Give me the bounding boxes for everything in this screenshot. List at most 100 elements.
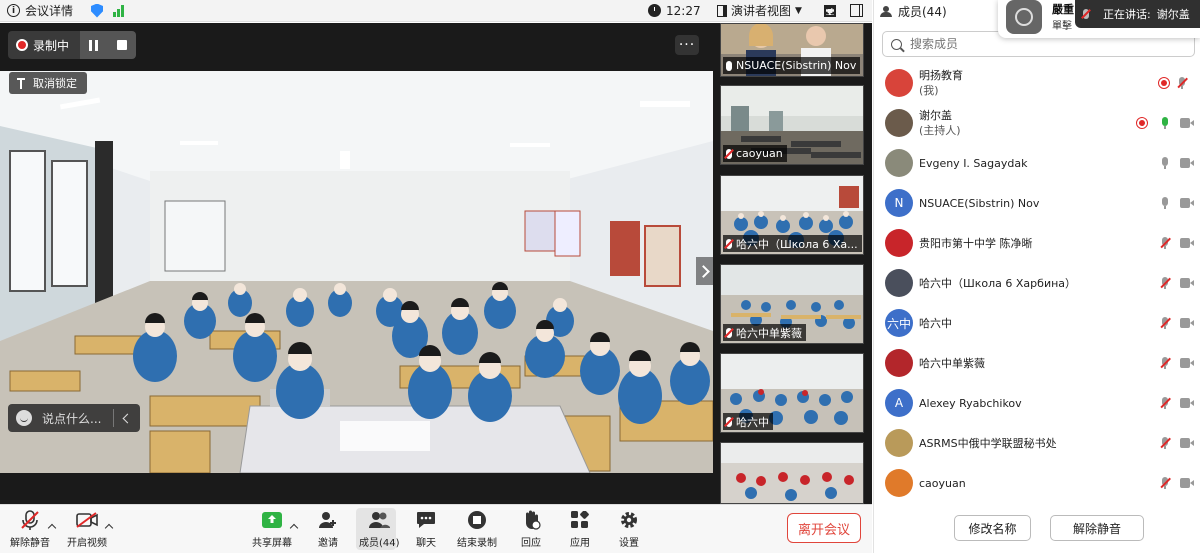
app-icon [1006, 0, 1042, 34]
settings-button[interactable]: 设置 [619, 509, 639, 549]
microphone-icon[interactable] [1161, 197, 1169, 209]
thumbnail-strip: NSUACE(Sibstrin) Nov caoyuan 哈六中（Школа 6… [720, 23, 864, 504]
view-mode-dropdown[interactable]: 演讲者视图 ▼ [717, 2, 802, 19]
microphone-muted-icon[interactable] [1161, 317, 1169, 329]
video-camera-icon[interactable] [1180, 238, 1194, 248]
microphone-muted-icon[interactable] [1161, 477, 1169, 489]
thumbnail-name: NSUACE(Sibstrin) Nov [736, 59, 857, 72]
microphone-icon[interactable] [1161, 117, 1169, 129]
chat-label: 聊天 [416, 538, 436, 549]
unmute-button[interactable]: 解除静音 [10, 509, 50, 549]
recording-icon [1136, 117, 1148, 129]
video-camera-icon[interactable] [1180, 158, 1194, 168]
participant-row[interactable]: 哈六中单紫薇 [874, 343, 1200, 383]
video-camera-icon[interactable] [1180, 438, 1194, 448]
microphone-muted-icon[interactable] [1161, 437, 1169, 449]
unlock-button[interactable]: 取消锁定 [9, 72, 87, 94]
participant-name-block: Alexey Ryabchikov [919, 396, 1022, 411]
video-camera-icon[interactable] [1180, 478, 1194, 488]
thumbnail-video[interactable]: NSUACE(Sibstrin) Nov [720, 23, 864, 77]
stop-recording-icon[interactable] [116, 40, 127, 50]
members-label: 成员(44) [359, 538, 400, 549]
split-panel-icon[interactable] [850, 4, 863, 17]
meeting-topbar: i 会议详情 12:27 演讲者视图 ▼ [0, 0, 872, 22]
pin-icon [17, 77, 25, 89]
info-icon[interactable]: i [7, 4, 20, 17]
unmute-label: 解除静音 [10, 538, 50, 549]
thumbnail-video[interactable]: 哈六中单紫薇 [720, 264, 864, 344]
participant-row[interactable]: N NSUACE(Sibstrin) Nov [874, 183, 1200, 223]
participant-row[interactable]: 贵阳市第十中学 陈净晰 [874, 223, 1200, 263]
panel-unmute-button[interactable]: 解除静音 [1050, 515, 1144, 541]
video-camera-icon[interactable] [1180, 398, 1194, 408]
participant-name-block: ASRMS中俄中学联盟秘书处 [919, 436, 1057, 451]
video-camera-icon[interactable] [1180, 198, 1194, 208]
reactions-button[interactable]: 回应 [521, 509, 541, 549]
microphone-muted-icon[interactable] [1161, 277, 1169, 289]
speaking-label: 正在讲话: [1103, 8, 1151, 21]
collapse-chevron-icon[interactable] [123, 413, 133, 423]
thumbnail-video[interactable]: 哈六中（Школа 6 Ха... [720, 175, 864, 255]
search-icon [891, 38, 902, 50]
more-options-button[interactable]: ··· [675, 35, 699, 55]
apps-button[interactable]: 应用 [570, 509, 590, 549]
next-page-button[interactable] [696, 257, 713, 285]
fullscreen-icon[interactable] [824, 4, 836, 17]
video-camera-icon[interactable] [1180, 118, 1194, 128]
participant-row[interactable]: A Alexey Ryabchikov [874, 383, 1200, 423]
microphone-muted-icon [726, 416, 732, 427]
participant-row[interactable]: Evgeny I. Sagaydak [874, 143, 1200, 183]
start-video-button[interactable]: 开启视频 [67, 509, 107, 549]
participant-row[interactable]: 明扬教育 (我) [874, 63, 1200, 103]
chat-icon [416, 509, 436, 531]
video-camera-icon[interactable] [1180, 318, 1194, 328]
participant-name: caoyuan [919, 476, 966, 490]
thumbnail-video[interactable] [720, 442, 864, 504]
participant-row[interactable]: 六中 哈六中 [874, 303, 1200, 343]
microphone-muted-icon[interactable] [1161, 357, 1169, 369]
pause-recording-icon[interactable] [89, 39, 99, 51]
avatar: 六中 [885, 309, 913, 337]
apps-grid-icon [571, 509, 589, 531]
recording-icon [1158, 77, 1170, 89]
video-camera-icon[interactable] [1180, 358, 1194, 368]
participant-row[interactable]: ASRMS中俄中学联盟秘书处 [874, 423, 1200, 463]
video-camera-icon[interactable] [1180, 278, 1194, 288]
rename-button[interactable]: 修改名称 [954, 515, 1031, 541]
participant-name-block: 贵阳市第十中学 陈净晰 [919, 236, 1033, 251]
microphone-icon[interactable] [1161, 157, 1169, 169]
chat-button[interactable]: 聊天 [416, 509, 436, 549]
avatar [885, 429, 913, 457]
chat-input-pill[interactable]: 说点什么... [8, 404, 140, 432]
microphone-muted-icon [726, 238, 732, 249]
recording-dot-icon [16, 39, 28, 51]
participant-row[interactable]: caoyuan [874, 463, 1200, 503]
microphone-muted-icon[interactable] [1161, 237, 1169, 249]
meeting-info-label[interactable]: 会议详情 [25, 2, 73, 19]
leave-meeting-button[interactable]: 离开会议 [787, 513, 861, 543]
microphone-muted-icon[interactable] [1161, 397, 1169, 409]
recording-indicator: 录制中 [8, 31, 136, 59]
thumbnail-video[interactable]: caoyuan [720, 85, 864, 165]
microphone-muted-icon [21, 509, 39, 531]
emoji-icon[interactable] [16, 410, 32, 426]
participant-name-block: NSUACE(Sibstrin) Nov [919, 196, 1039, 211]
participant-video-image [721, 443, 863, 503]
chat-placeholder[interactable]: 说点什么... [42, 410, 101, 427]
clock-icon [648, 4, 661, 17]
participant-name: ASRMS中俄中学联盟秘书处 [919, 436, 1057, 450]
thumbnail-label: 哈六中单紫薇 [723, 324, 806, 341]
security-shield-icon[interactable] [91, 3, 104, 18]
microphone-muted-icon[interactable] [1178, 77, 1186, 89]
members-button[interactable]: 成员(44) [359, 509, 400, 549]
network-signal-icon[interactable] [113, 4, 125, 17]
stop-recording-button[interactable]: 结束录制 [457, 509, 497, 549]
participant-row[interactable]: 哈六中（Школа 6 Харбина） [874, 263, 1200, 303]
search-input[interactable] [910, 37, 1160, 51]
share-screen-button[interactable]: 共享屏幕 [252, 509, 292, 549]
thumbnail-video[interactable]: 哈六中 [720, 353, 864, 433]
avatar [885, 69, 913, 97]
participant-row[interactable]: 谢尔盖 (主持人) [874, 103, 1200, 143]
invite-button[interactable]: 邀请 [318, 509, 338, 549]
meeting-time: 12:27 [666, 3, 701, 18]
